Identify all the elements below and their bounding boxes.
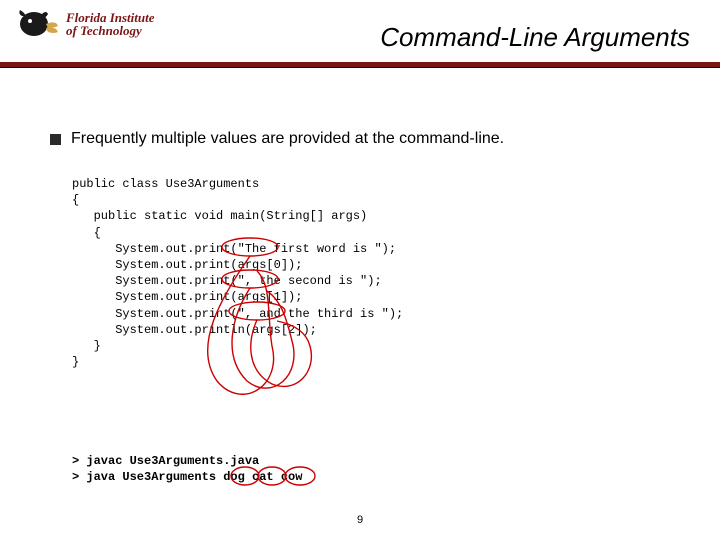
- code-line: public static void main(String[] args): [72, 209, 367, 223]
- bullet-item: Frequently multiple values are provided …: [50, 130, 680, 148]
- code-line: }: [72, 339, 101, 353]
- code-line: System.out.print(", the second is ");: [72, 274, 382, 288]
- code-line: {: [72, 193, 79, 207]
- slide-header: Florida Institute of Technology Command-…: [0, 0, 720, 70]
- code-line: {: [72, 226, 101, 240]
- slide-content: Frequently multiple values are provided …: [50, 130, 680, 520]
- header-rule: [0, 62, 720, 68]
- code-line: System.out.print(args[1]);: [72, 290, 302, 304]
- page-number: 9: [0, 514, 720, 526]
- logo-text-line2: of Technology: [66, 24, 155, 37]
- bullet-square-icon: [50, 134, 61, 145]
- code-listing: public class Use3Arguments { public stat…: [72, 176, 680, 403]
- cmd-line: > java Use3Arguments dog cat cow: [72, 470, 302, 484]
- panther-logo-icon: [18, 6, 60, 42]
- institution-logo: Florida Institute of Technology: [18, 6, 155, 42]
- code-line: }: [72, 355, 79, 369]
- institution-name: Florida Institute of Technology: [66, 11, 155, 37]
- code-line: System.out.print(", and the third is ");: [72, 307, 403, 321]
- slide-title: Command-Line Arguments: [380, 22, 690, 53]
- code-line: public class Use3Arguments: [72, 177, 259, 191]
- command-listing: > javac Use3Arguments.java > java Use3Ar…: [72, 453, 680, 520]
- code-line: System.out.println(args[2]);: [72, 323, 317, 337]
- bullet-text: Frequently multiple values are provided …: [71, 130, 504, 148]
- code-line: System.out.print("The first word is ");: [72, 242, 396, 256]
- cmd-line: > javac Use3Arguments.java: [72, 454, 259, 468]
- code-line: System.out.print(args[0]);: [72, 258, 302, 272]
